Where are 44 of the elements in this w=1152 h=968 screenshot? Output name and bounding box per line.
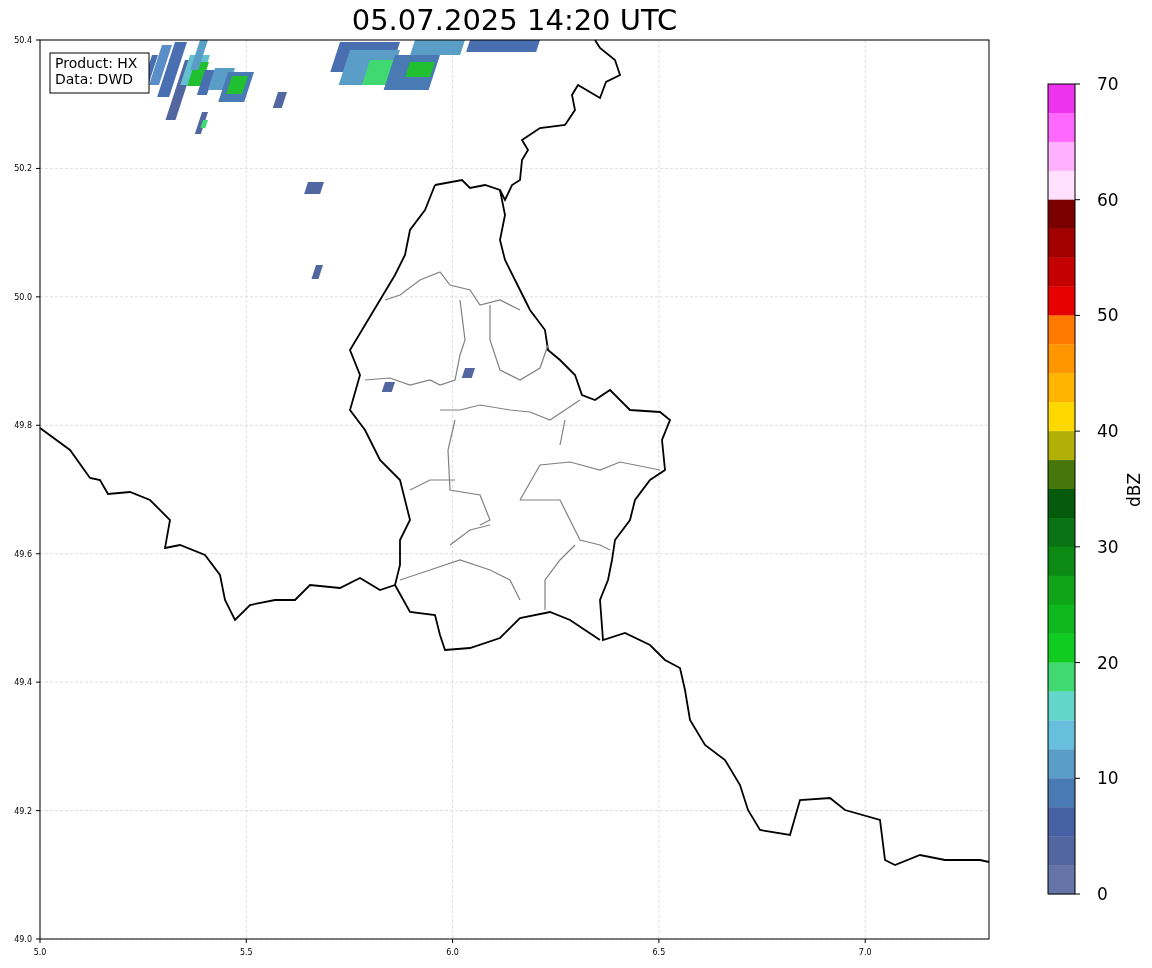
tick-mark xyxy=(1074,83,1081,85)
y-tick-label: 50.2 xyxy=(14,164,32,174)
tick-mark xyxy=(35,167,41,169)
tick-mark xyxy=(1074,893,1081,895)
y-tick-label: 49.4 xyxy=(14,678,32,688)
tick-mark xyxy=(245,938,247,944)
colorbar-tick-label: 40 xyxy=(1097,421,1119,442)
tick-mark xyxy=(1074,430,1081,432)
chart-title: 05.07.2025 14:20 UTC xyxy=(350,2,679,34)
colorbar-tick-label: 50 xyxy=(1097,305,1119,326)
tick-mark xyxy=(35,296,41,298)
y-tick-label: 49.2 xyxy=(14,806,32,816)
colorbar-tick-label: 70 xyxy=(1097,74,1119,94)
tick-mark xyxy=(658,938,660,944)
tick-mark xyxy=(35,424,41,426)
colorbar-tick-label: 30 xyxy=(1097,536,1119,557)
x-tick-label: 5.5 xyxy=(239,948,253,957)
colorbar-tick-label: 20 xyxy=(1097,652,1119,673)
info-text: Data: DWD xyxy=(55,71,133,87)
colorbar-tick-label: 10 xyxy=(1097,768,1119,789)
info-text: Product: HX xyxy=(55,55,138,71)
y-tick-label: 50.0 xyxy=(14,292,32,302)
tick-mark xyxy=(35,810,41,812)
x-tick-label: 6.5 xyxy=(652,948,666,957)
tick-mark xyxy=(1074,199,1081,201)
x-tick-label: 5.0 xyxy=(33,948,47,957)
x-tick-label: 7.0 xyxy=(858,948,872,957)
tick-mark xyxy=(1074,777,1081,779)
y-tick-label: 49.0 xyxy=(14,935,32,944)
tick-mark xyxy=(35,39,41,41)
tick-mark xyxy=(1074,314,1081,316)
y-tick-label: 49.6 xyxy=(14,549,32,559)
x-tick-label: 6.0 xyxy=(446,948,459,957)
y-tick-label: 50.4 xyxy=(14,36,32,45)
tick-mark xyxy=(35,681,41,683)
colorbar-tick-label: 60 xyxy=(1097,189,1119,210)
colorbar-label: dBZ xyxy=(1124,472,1144,508)
colorbar-tick-label: 0 xyxy=(1097,884,1108,904)
tick-mark xyxy=(1074,546,1081,548)
tick-mark xyxy=(452,938,454,944)
tick-mark xyxy=(864,938,866,944)
tick-mark xyxy=(35,553,41,555)
y-tick-label: 49.8 xyxy=(14,421,32,431)
tick-mark xyxy=(1074,662,1081,664)
